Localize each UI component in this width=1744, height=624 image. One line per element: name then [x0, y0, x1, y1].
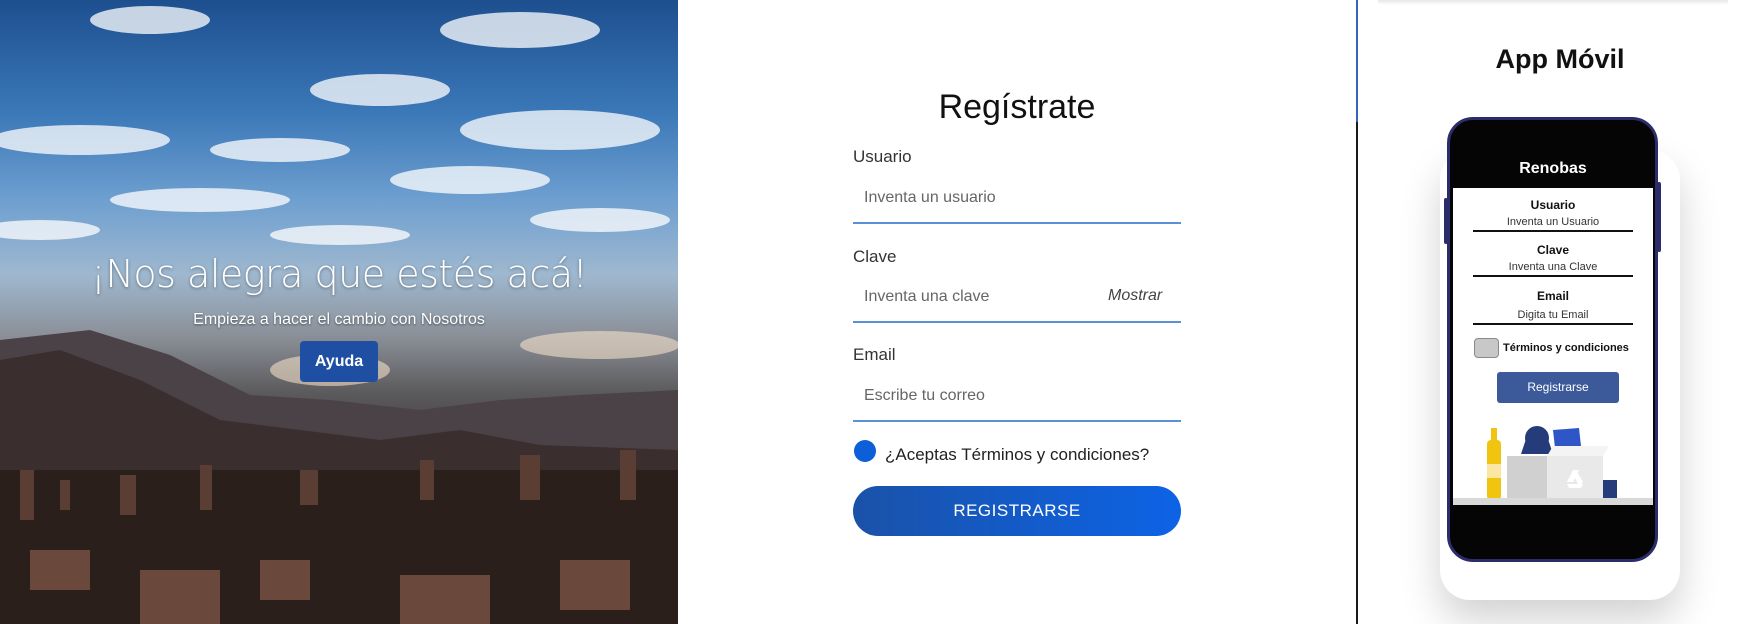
- recycling-illustration: [1487, 426, 1617, 500]
- mobile-email-input[interactable]: Digita tu Email: [1473, 309, 1633, 325]
- illustration-floor-shadow: [1453, 498, 1653, 505]
- username-input[interactable]: [853, 174, 1181, 224]
- form-title: Regístrate: [938, 88, 1096, 126]
- top-shadow-strip: [1378, 0, 1728, 5]
- mobile-terms-checkbox[interactable]: [1474, 338, 1499, 358]
- mobile-terms-label: Términos y condiciones: [1503, 342, 1629, 354]
- hero-subtitle: Empieza a hacer el cambio con Nosotros: [193, 311, 485, 328]
- user-label: Usuario: [853, 147, 912, 166]
- mobile-register-button[interactable]: Registrarse: [1497, 372, 1619, 403]
- mobile-app-title: App Móvil: [1495, 44, 1625, 74]
- show-password-toggle[interactable]: Mostrar: [1108, 287, 1162, 305]
- hero-title: ¡Nos alegra que estés acá!: [90, 252, 588, 296]
- email-label: Email: [853, 345, 896, 364]
- mobile-user-label: Usuario: [1530, 198, 1576, 212]
- phone-screen: Usuario Inventa un Usuario Clave Inventa…: [1453, 188, 1653, 505]
- mobile-email-label: Email: [1536, 289, 1569, 303]
- password-label: Clave: [853, 247, 897, 266]
- panel-divider-accent: [1356, 0, 1358, 122]
- mobile-user-input[interactable]: Inventa un Usuario: [1473, 216, 1633, 232]
- hero-panel: ¡Nos alegra que estés acá! Empieza a hac…: [0, 0, 678, 624]
- email-input[interactable]: [853, 372, 1181, 422]
- terms-label: ¿Aceptas Términos y condiciones?: [885, 445, 1150, 464]
- terms-checkbox[interactable]: [854, 440, 876, 462]
- help-button[interactable]: Ayuda: [300, 341, 378, 382]
- register-button[interactable]: REGISTRARSE: [853, 486, 1181, 536]
- mobile-password-input[interactable]: Inventa una Clave: [1473, 261, 1633, 277]
- mobile-password-label: Clave: [1536, 243, 1570, 257]
- mobile-app-name: Renobas: [1519, 160, 1587, 177]
